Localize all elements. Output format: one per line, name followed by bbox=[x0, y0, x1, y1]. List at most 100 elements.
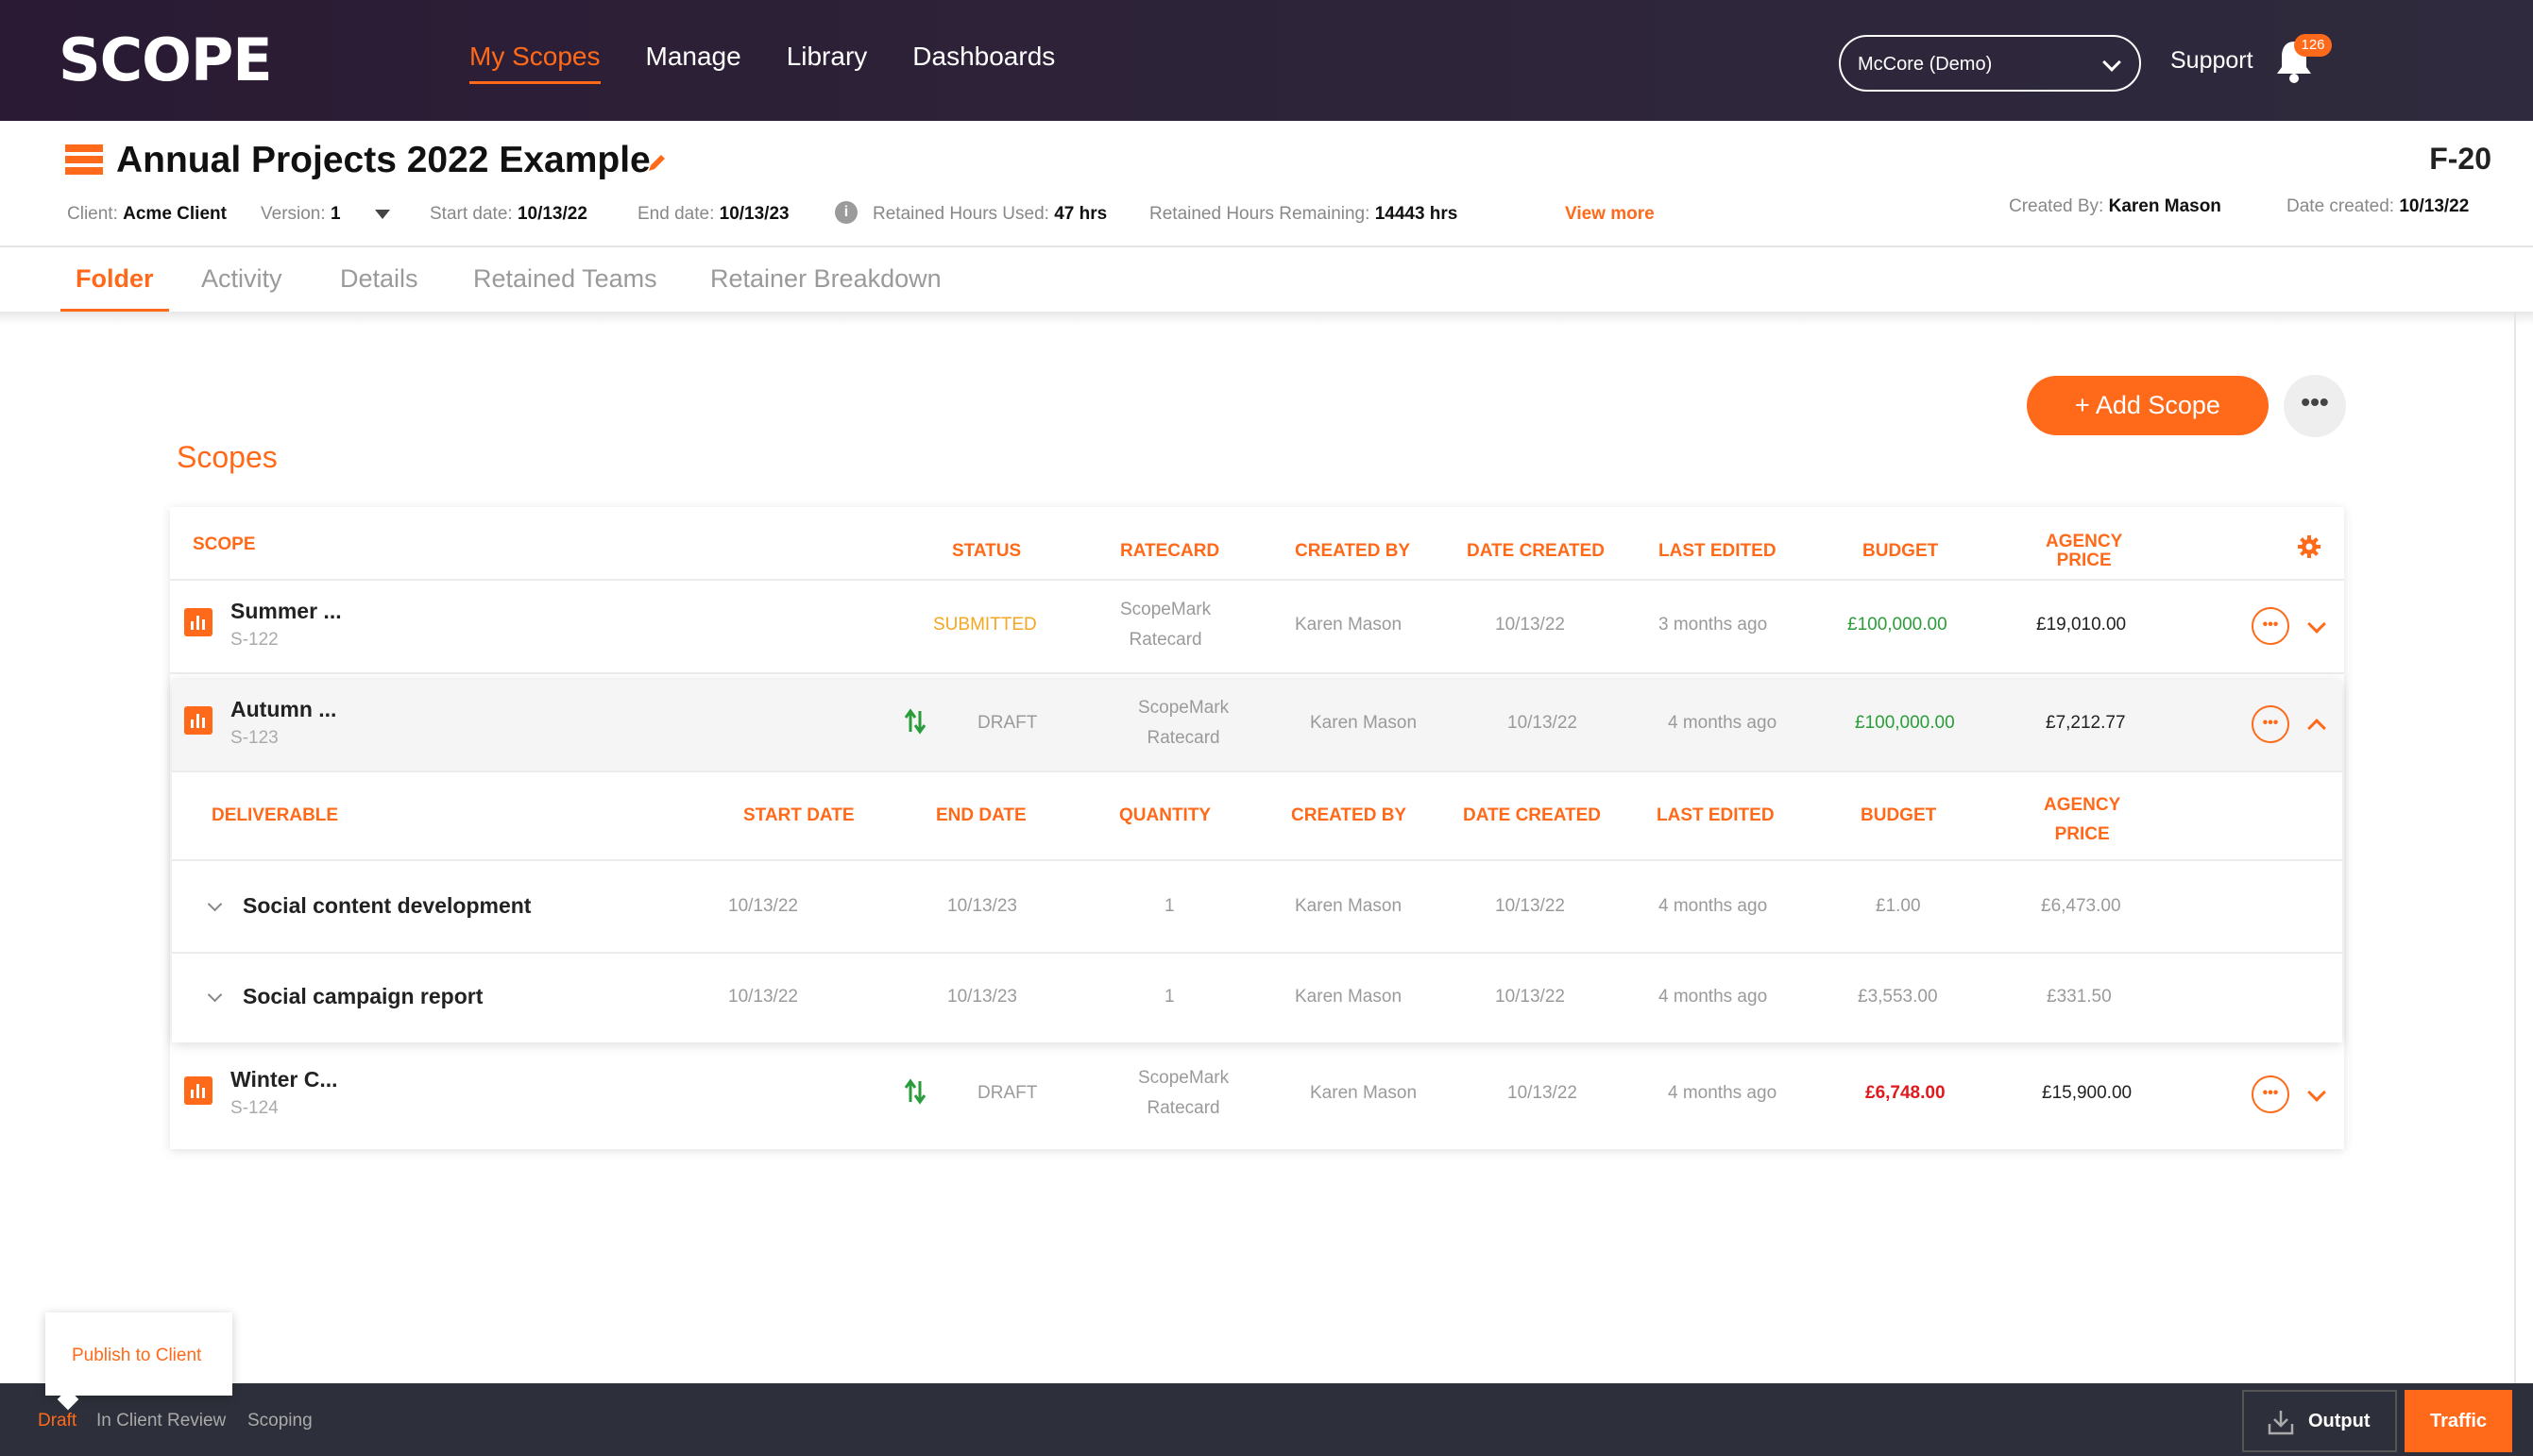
status-badge: DRAFT bbox=[978, 1083, 1038, 1103]
status-in-client-review[interactable]: In Client Review bbox=[96, 1411, 226, 1431]
last-edited-cell: 3 months ago bbox=[1658, 615, 1768, 635]
status-badge: SUBMITTED bbox=[933, 615, 1037, 635]
nav-library[interactable]: Library bbox=[787, 42, 868, 84]
end-date-label: End date: bbox=[638, 204, 715, 224]
date-created-meta: Date created: 10/13/22 bbox=[2286, 196, 2469, 217]
tab-retained-teams[interactable]: Retained Teams bbox=[473, 264, 657, 309]
last-edited-cell: 4 months ago bbox=[1658, 896, 1768, 916]
created-by-value: Karen Mason bbox=[2108, 196, 2221, 216]
quantity-cell: 1 bbox=[1164, 896, 1175, 916]
chevron-down-icon bbox=[2102, 53, 2121, 72]
client-value: Acme Client bbox=[123, 204, 227, 224]
status-scoping[interactable]: Scoping bbox=[247, 1411, 313, 1431]
scope-name[interactable]: Summer ... bbox=[230, 599, 342, 624]
scope-logo[interactable]: SCOPE bbox=[59, 31, 273, 90]
status-draft[interactable]: Draft bbox=[38, 1411, 76, 1431]
client-meta: Client: Acme Client bbox=[67, 204, 227, 225]
row-actions-button[interactable]: ••• bbox=[2252, 705, 2289, 743]
retained-hours-remaining-label: Retained Hours Remaining: bbox=[1149, 204, 1370, 224]
scope-name[interactable]: Autumn ... bbox=[230, 697, 336, 722]
last-edited-cell: 4 months ago bbox=[1658, 987, 1768, 1007]
last-edited-cell: 4 months ago bbox=[1668, 713, 1777, 733]
tabs-shadow bbox=[0, 312, 2533, 325]
version-meta[interactable]: Version: 1 bbox=[261, 204, 341, 225]
date-created-cell: 10/13/22 bbox=[1495, 987, 1565, 1007]
page-title: Annual Projects 2022 Example bbox=[116, 140, 651, 180]
end-date-cell: 10/13/23 bbox=[947, 987, 1017, 1007]
tab-retainer-breakdown[interactable]: Retainer Breakdown bbox=[710, 264, 942, 309]
scope-code: S-122 bbox=[230, 630, 279, 650]
project-code: F-20 bbox=[2429, 142, 2491, 176]
row-actions-button[interactable]: ••• bbox=[2252, 1075, 2289, 1113]
gear-icon[interactable] bbox=[2297, 534, 2321, 559]
tab-activity[interactable]: Activity bbox=[201, 264, 282, 309]
info-icon[interactable]: i bbox=[835, 201, 858, 224]
header-agency-price-line1: AGENCY bbox=[2046, 532, 2123, 551]
budget-cell: £100,000.00 bbox=[1855, 713, 1955, 733]
header-start-date: START DATE bbox=[743, 805, 855, 825]
header-scope: SCOPE bbox=[193, 534, 256, 554]
output-label: Output bbox=[2308, 1411, 2371, 1431]
header-created-by: CREATED BY bbox=[1291, 805, 1407, 825]
agency-price-cell: £15,900.00 bbox=[2042, 1083, 2133, 1103]
notification-count-badge: 126 bbox=[2294, 34, 2332, 57]
retained-hours-used-label: Retained Hours Used: bbox=[873, 204, 1049, 224]
ratecard-line1: ScopeMark bbox=[1138, 1068, 1230, 1088]
start-date-label: Start date: bbox=[430, 204, 513, 224]
ratecard-cell: ScopeMark Ratecard bbox=[1138, 693, 1229, 753]
last-edited-cell: 4 months ago bbox=[1668, 1083, 1777, 1103]
retained-hours-remaining-value: 14443 hrs bbox=[1374, 204, 1458, 224]
end-date-cell: 10/13/23 bbox=[947, 896, 1017, 916]
add-scope-button[interactable]: + Add Scope bbox=[2027, 376, 2269, 435]
top-navigation-bar bbox=[0, 0, 2533, 121]
tab-details[interactable]: Details bbox=[340, 264, 418, 309]
header-budget: BUDGET bbox=[1862, 541, 1939, 561]
header-created-by: CREATED BY bbox=[1295, 541, 1411, 561]
created-by-cell: Karen Mason bbox=[1295, 615, 1402, 635]
traffic-button[interactable]: Traffic bbox=[2405, 1390, 2512, 1452]
header-end-date: END DATE bbox=[936, 805, 1027, 825]
caret-down-icon[interactable] bbox=[375, 210, 390, 219]
start-date-meta: Start date: 10/13/22 bbox=[430, 204, 587, 225]
sort-arrows-icon[interactable] bbox=[904, 707, 926, 736]
pencil-icon[interactable] bbox=[646, 151, 669, 174]
date-created-cell: 10/13/22 bbox=[1507, 1083, 1577, 1103]
agency-price-cell: £331.50 bbox=[2047, 987, 2112, 1007]
nav-my-scopes[interactable]: My Scopes bbox=[469, 42, 601, 84]
nav-dashboards[interactable]: Dashboards bbox=[912, 42, 1055, 84]
agency-price-cell: £7,212.77 bbox=[2046, 713, 2126, 733]
tab-folder[interactable]: Folder bbox=[60, 264, 169, 313]
account-select-value: McCore (Demo) bbox=[1858, 54, 1993, 75]
date-created-cell: 10/13/22 bbox=[1495, 896, 1565, 916]
header-agency-price: AGENCY PRICE bbox=[2044, 790, 2120, 849]
nav-manage[interactable]: Manage bbox=[646, 42, 741, 84]
agency-price-cell: £19,010.00 bbox=[2036, 615, 2127, 635]
header-status: STATUS bbox=[952, 541, 1022, 561]
end-date-value: 10/13/23 bbox=[719, 204, 790, 224]
output-button[interactable]: Output bbox=[2242, 1390, 2397, 1452]
deliverable-name[interactable]: Social campaign report bbox=[243, 984, 483, 1009]
created-by-label: Created By: bbox=[2009, 196, 2104, 216]
chart-bar-icon bbox=[184, 706, 212, 735]
ratecard-cell: ScopeMark Ratecard bbox=[1120, 595, 1211, 655]
deliverable-name[interactable]: Social content development bbox=[243, 893, 531, 919]
row-actions-button[interactable]: ••• bbox=[2252, 607, 2289, 645]
header-agency-price: AGENCY PRICE bbox=[2046, 532, 2122, 571]
header-quantity: QUANTITY bbox=[1119, 805, 1212, 825]
end-date-meta: End date: 10/13/23 bbox=[638, 204, 790, 225]
budget-cell: £3,553.00 bbox=[1858, 987, 1938, 1007]
date-created-value: 10/13/22 bbox=[2399, 196, 2470, 216]
scope-name[interactable]: Winter C... bbox=[230, 1067, 338, 1092]
sort-arrows-icon[interactable] bbox=[904, 1077, 926, 1106]
created-by-cell: Karen Mason bbox=[1310, 1083, 1418, 1103]
row-divider bbox=[172, 859, 2342, 861]
ratecard-line2: Ratecard bbox=[1129, 630, 1202, 650]
account-select[interactable]: McCore (Demo) bbox=[1839, 35, 2141, 92]
more-options-button[interactable]: ••• bbox=[2284, 375, 2346, 437]
view-more-link[interactable]: View more bbox=[1565, 204, 1655, 225]
publish-to-client-button[interactable]: Publish to Client bbox=[72, 1346, 201, 1366]
status-footer bbox=[0, 1383, 2533, 1456]
retained-hours-used-meta: Retained Hours Used: 47 hrs bbox=[873, 204, 1107, 225]
start-date-cell: 10/13/22 bbox=[728, 987, 798, 1007]
support-link[interactable]: Support bbox=[2170, 47, 2253, 75]
